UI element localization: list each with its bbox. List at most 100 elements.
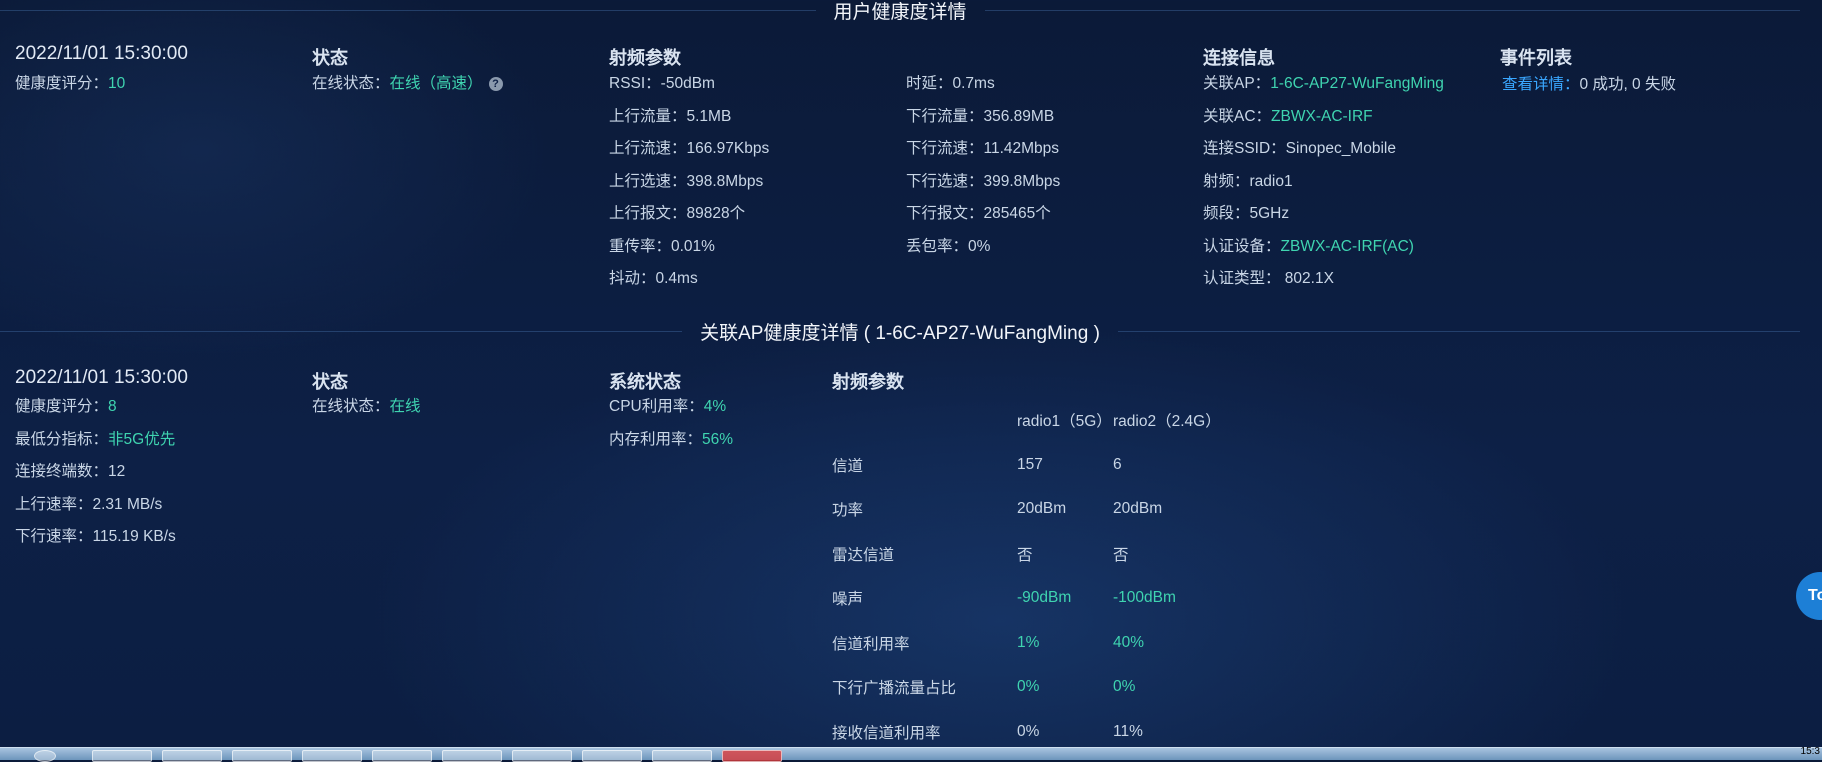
- ap-health-date: 2022/11/01 15:30:00: [15, 367, 188, 388]
- ap-radio-row-label: 信道利用率: [832, 635, 910, 653]
- user-health-score-label: 健康度评分：: [15, 75, 109, 92]
- ap-radio-row: 信道 157 6: [832, 443, 1221, 488]
- user-health-title: 用户健康度详情: [833, 2, 967, 23]
- ap-up-rate: 上行速率：2.31 MB/s: [15, 495, 163, 513]
- ap-online-value: 在线: [389, 398, 421, 415]
- ap-radio-row-radio2-value: 0%: [1113, 678, 1136, 696]
- ap-online-label: 在线状态：: [312, 398, 390, 415]
- start-orb-icon[interactable]: [34, 750, 56, 762]
- taskbar-app-icon[interactable]: [232, 750, 292, 762]
- connection-ap-value[interactable]: 1-6C-AP27-WuFangMing: [1270, 75, 1444, 92]
- os-taskbar: 15:3: [0, 746, 1822, 762]
- memory-usage: 内存利用率：56%: [609, 424, 733, 457]
- ap-radio-col2-header: radio2（2.4G）: [1113, 413, 1221, 431]
- ap-radio-row: 下行广播流量占比 0% 0%: [832, 665, 1221, 710]
- connection-radio: 射频：radio1: [1203, 172, 1293, 190]
- ap-radio-row: 雷达信道 否 否: [832, 532, 1221, 577]
- ap-radio-heading: 射频参数: [832, 372, 904, 392]
- user-health-score-value: 10: [108, 75, 126, 92]
- ap-radio-row-label: 噪声: [832, 591, 864, 609]
- ap-radio-row-radio1-value: -90dBm: [1017, 589, 1072, 607]
- system-status-list: CPU利用率：4% 内存利用率：56%: [609, 391, 733, 456]
- radio-param-row: 下行流速：11.42Mbps: [906, 140, 1060, 157]
- taskbar-app-icon[interactable]: [372, 750, 432, 762]
- taskbar-app-icon[interactable]: [302, 750, 362, 762]
- ap-radio-header-row: radio1（5G） radio2（2.4G）: [832, 398, 1221, 443]
- ap-radio-row-radio2-value: 否: [1113, 546, 1129, 564]
- ap-radio-row-radio2-value: -100dBm: [1113, 589, 1176, 607]
- ap-lowest-label: 最低分指标：: [15, 430, 109, 448]
- connection-ac-value[interactable]: ZBWX-AC-IRF: [1271, 108, 1373, 125]
- connection-ac-label: 关联AC：: [1203, 107, 1272, 125]
- ap-radio-row: 功率 20dBm 20dBm: [832, 487, 1221, 532]
- user-online-value: 在线（高速）: [389, 75, 483, 92]
- taskbar-clock[interactable]: 15:3: [1801, 746, 1820, 757]
- user-health-date: 2022/11/01 15:30:00: [15, 43, 188, 64]
- ap-radio-row-label: 功率: [832, 502, 864, 520]
- events-summary: 查看详情：0 成功, 0 失败: [1502, 69, 1676, 102]
- auth-device-value[interactable]: ZBWX-AC-IRF(AC): [1281, 238, 1414, 255]
- ap-radio-row-radio2-value: 20dBm: [1113, 500, 1163, 518]
- user-online-status: 在线状态：在线（高速）?: [312, 68, 503, 101]
- radio-param-row: 抖动：0.4ms: [609, 270, 698, 287]
- ap-lowest-value: 非5G优先: [108, 430, 176, 448]
- taskbar-app-icon[interactable]: [512, 750, 572, 762]
- user-health-score: 健康度评分：10: [15, 68, 125, 101]
- connection-ap-label: 关联AP：: [1203, 75, 1271, 92]
- taskbar-app-icon[interactable]: [442, 750, 502, 762]
- taskbar-app-icon[interactable]: [652, 750, 712, 762]
- events-summary-text: 0 成功, 0 失败: [1579, 76, 1676, 93]
- connection-list: 关联AP：1-6C-AP27-WuFangMing 关联AC：ZBWX-AC-I…: [1203, 68, 1444, 296]
- radio-param-row: RSSI：-50dBm: [609, 75, 715, 92]
- ap-health-score: 健康度评分：8: [15, 391, 176, 424]
- user-status-heading: 状态: [312, 48, 348, 68]
- ap-radio-row-radio2-value: 6: [1113, 455, 1122, 473]
- taskbar-app-icon[interactable]: [92, 750, 152, 762]
- ap-radio-row: 信道利用率 1% 40%: [832, 621, 1221, 666]
- radio-param-row: 上行报文：89828个: [609, 205, 746, 222]
- connection-ac: 关联AC：ZBWX-AC-IRF: [1203, 101, 1444, 134]
- radio-param-row: 重传率：0.01%: [609, 237, 715, 255]
- user-radio-right-list: 时延：0.7ms 下行流量：356.89MB 下行流速：11.42Mbps 下行…: [906, 68, 1060, 263]
- ap-radio-row-radio1-value: 20dBm: [1017, 500, 1067, 518]
- memory-usage-value: 56%: [702, 430, 734, 448]
- user-radio-heading: 射频参数: [609, 48, 681, 68]
- connection-band: 频段：5GHz: [1203, 205, 1290, 222]
- ap-health-score-label: 健康度评分：: [15, 398, 109, 415]
- radio-param-row: 时延：0.7ms: [906, 75, 995, 92]
- back-to-top-button[interactable]: To: [1796, 572, 1822, 620]
- radio-param-row: 上行流速：166.97Kbps: [609, 140, 770, 157]
- ap-health-title-bar: 关联AP健康度详情 ( 1-6C-AP27-WuFangMing ): [0, 318, 1800, 345]
- connection-auth-type: 认证类型： 802.1X: [1203, 270, 1334, 287]
- ap-radio-header-blank: [832, 398, 1017, 443]
- ap-radio-row-label: 信道: [832, 457, 864, 475]
- taskbar-app-icon[interactable]: [162, 750, 222, 762]
- radio-param-row: 上行流量：5.1MB: [609, 107, 732, 125]
- ap-radio-row-label: 下行广播流量占比: [832, 680, 957, 698]
- help-icon[interactable]: ?: [488, 76, 503, 91]
- connection-ap: 关联AP：1-6C-AP27-WuFangMing: [1203, 68, 1444, 101]
- user-health-title-bar: 用户健康度详情: [0, 0, 1801, 24]
- taskbar-app-icon[interactable]: [582, 750, 642, 762]
- ap-radio-row-radio1-value: 157: [1017, 455, 1043, 473]
- ap-radio-col1-header: radio1（5G）: [1017, 413, 1112, 431]
- ap-radio-row-radio1-value: 0%: [1017, 678, 1040, 696]
- events-heading: 事件列表: [1500, 48, 1572, 68]
- ap-radio-row-label: 雷达信道: [832, 546, 895, 564]
- view-details-link[interactable]: 查看详情：: [1502, 76, 1580, 93]
- radio-param-row: 下行选速：399.8Mbps: [906, 172, 1061, 190]
- ap-radio-row: 噪声 -90dBm -100dBm: [832, 576, 1221, 621]
- cpu-usage-value: 4%: [703, 398, 727, 415]
- connection-auth-device: 认证设备：ZBWX-AC-IRF(AC): [1203, 231, 1444, 264]
- radio-param-row: 上行选速：398.8Mbps: [609, 172, 764, 190]
- cpu-usage: CPU利用率：4%: [609, 391, 733, 424]
- taskbar-app-icon[interactable]: [722, 750, 782, 762]
- user-radio-left-list: RSSI：-50dBm 上行流量：5.1MB 上行流速：166.97Kbps 上…: [609, 68, 769, 296]
- ap-radio-row-radio1-value: 否: [1017, 546, 1033, 564]
- ap-radio-row-radio1-value: 1%: [1017, 633, 1040, 651]
- ap-radio-table: radio1（5G） radio2（2.4G） 信道 157 6 功率 20dBm 20d…: [832, 398, 1221, 754]
- ap-health-title: 关联AP健康度详情 ( 1-6C-AP27-WuFangMing ): [700, 323, 1100, 344]
- ap-online-status: 在线状态：在线: [312, 391, 421, 424]
- ap-lowest-indicator: 最低分指标：非5G优先: [15, 424, 176, 457]
- connection-ssid: 连接SSID：Sinopec_Mobile: [1203, 140, 1396, 157]
